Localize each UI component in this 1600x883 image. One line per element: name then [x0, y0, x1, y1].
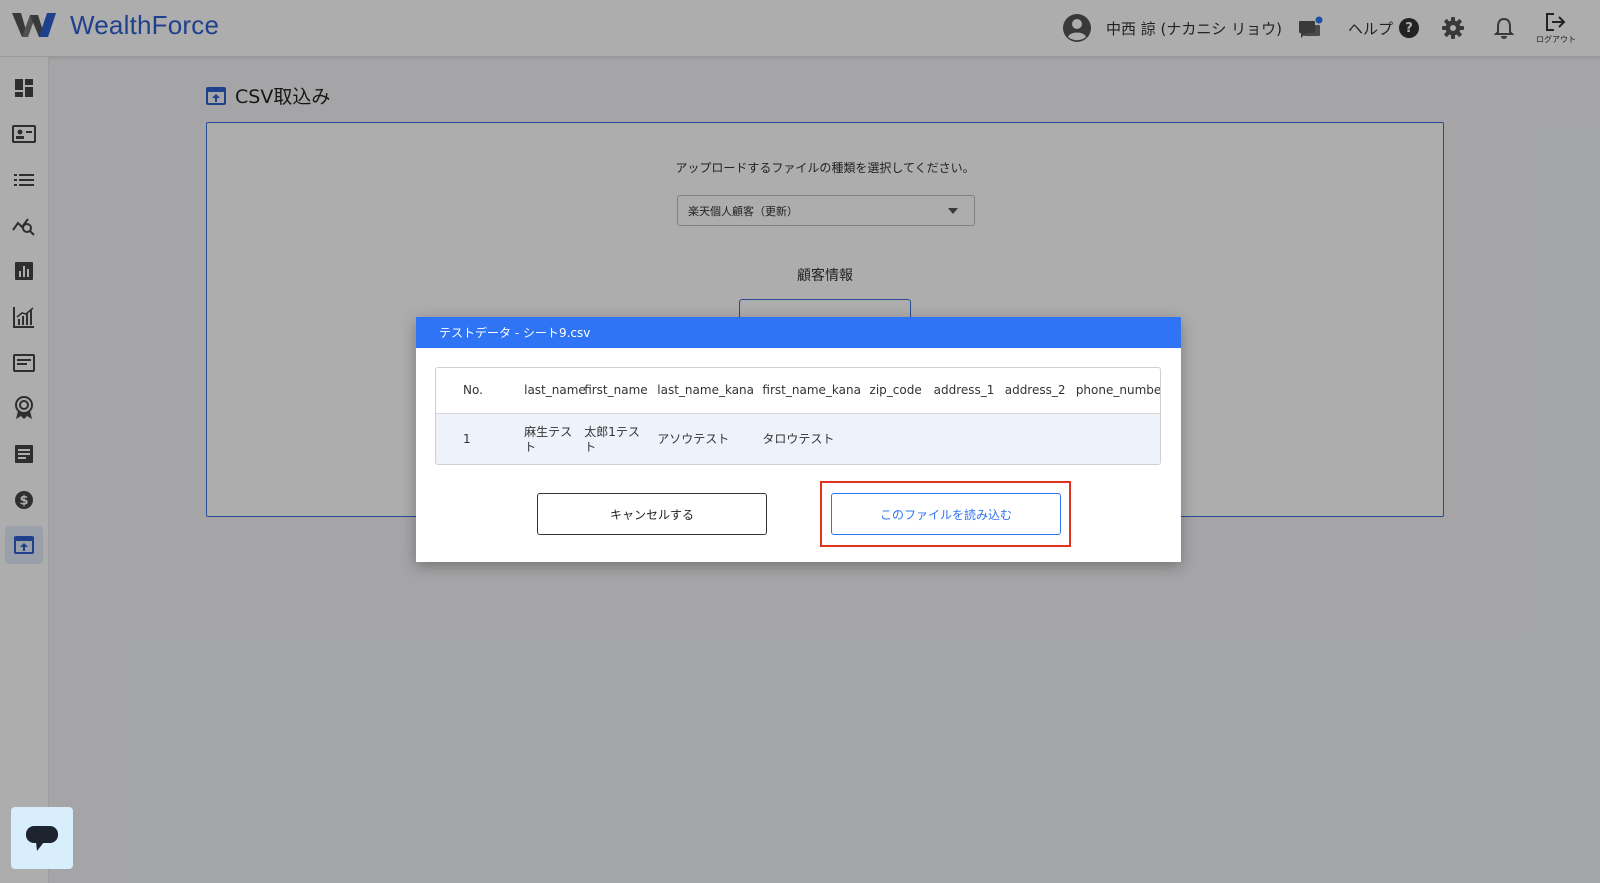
column-header: first_name_kana — [762, 368, 870, 414]
table-cell: 麻生テスト — [524, 413, 585, 464]
column-header: address_1 — [933, 368, 1005, 414]
table-cell: タロウテスト — [762, 413, 870, 464]
modal-title: テストデータ - シート9.csv — [416, 317, 1181, 348]
column-header: zip_code — [869, 368, 934, 414]
table-header-row: No. last_name first_name last_name_kana … — [436, 368, 1160, 414]
table-cell: アソウテスト — [657, 413, 763, 464]
column-header: address_2 — [1004, 368, 1076, 414]
column-header: No. — [463, 368, 525, 414]
column-header: last_name — [524, 368, 586, 414]
chat-bubble-icon — [26, 826, 58, 851]
table-cell — [1004, 413, 1076, 464]
column-header: phone_number — [1075, 368, 1160, 414]
csv-preview-table: No. last_name first_name last_name_kana … — [436, 368, 1160, 464]
table-cell: 1 — [463, 413, 525, 464]
table-cell — [933, 413, 1005, 464]
table-cell: 太郎1テスト — [584, 413, 658, 464]
column-header: first_name — [584, 368, 658, 414]
load-file-button[interactable]: このファイルを読み込む — [831, 493, 1061, 535]
chat-support-button[interactable] — [11, 807, 73, 869]
table-row: 1 麻生テスト 太郎1テスト アソウテスト タロウテスト — [436, 413, 1160, 464]
cancel-button[interactable]: キャンセルする — [537, 493, 767, 535]
csv-preview-table-container[interactable]: No. last_name first_name last_name_kana … — [435, 367, 1161, 465]
column-header: last_name_kana — [657, 368, 763, 414]
table-cell — [1075, 413, 1160, 464]
table-cell — [869, 413, 934, 464]
csv-preview-modal: テストデータ - シート9.csv No. last_name first_na… — [416, 317, 1181, 562]
